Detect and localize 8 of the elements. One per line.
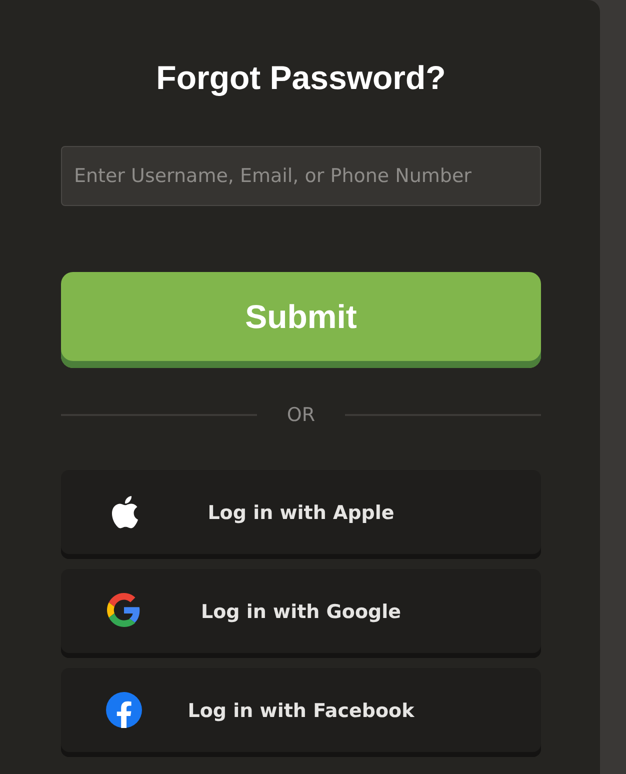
page-title: Forgot Password? <box>155 58 447 98</box>
social-login-button[interactable]: Log in with Facebook <box>61 668 541 757</box>
social-login-button[interactable]: Log in with Apple <box>61 470 541 559</box>
social-login-button[interactable]: Log in with Google <box>61 569 541 658</box>
account-input-field[interactable]: Enter Username, Email, or Phone Number <box>61 146 541 206</box>
or-divider-text: OR <box>286 404 316 426</box>
facebook-icon <box>106 692 142 728</box>
google-icon <box>107 593 141 627</box>
